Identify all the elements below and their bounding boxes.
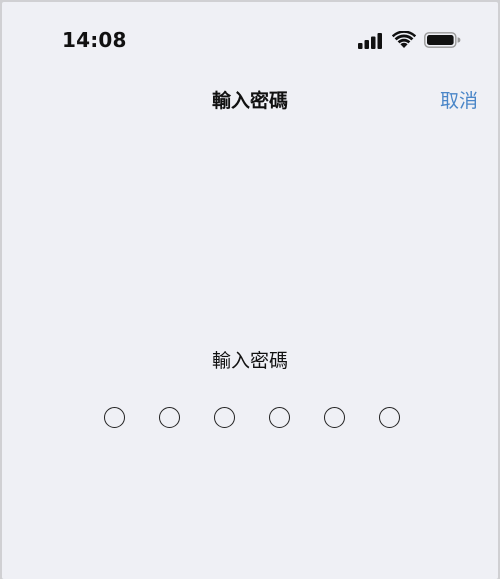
wifi-icon — [392, 31, 416, 48]
passcode-dot — [379, 407, 400, 428]
battery-icon — [424, 32, 461, 48]
cancel-button[interactable]: 取消 — [440, 86, 478, 113]
passcode-dot — [214, 407, 235, 428]
passcode-dot — [159, 407, 180, 428]
cellular-signal-icon — [358, 33, 382, 49]
passcode-dots[interactable] — [100, 405, 410, 433]
passcode-dot — [269, 407, 290, 428]
status-time: 14:08 — [62, 28, 127, 52]
passcode-prompt: 輸入密碼 — [211, 350, 288, 372]
passcode-dot — [104, 407, 125, 428]
nav-title: 輸入密碼 — [211, 90, 288, 112]
passcode-screen: 14:08 輸入密碼 取消 輸入密碼 — [2, 2, 498, 579]
status-icons — [358, 30, 468, 50]
passcode-dot — [324, 407, 345, 428]
